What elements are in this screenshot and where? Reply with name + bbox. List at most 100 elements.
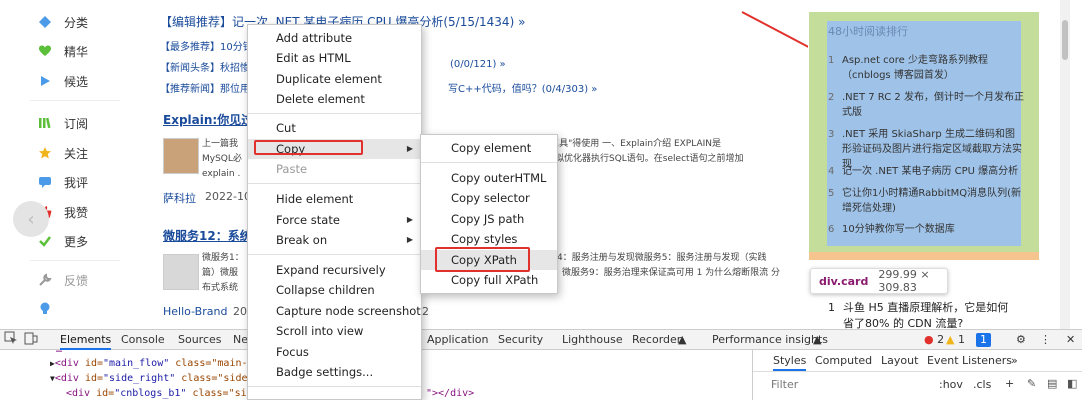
tab-console[interactable]: Console xyxy=(121,330,165,350)
more-options-icon[interactable]: ⋮ xyxy=(1040,330,1051,350)
more-tabs-icon[interactable]: » xyxy=(1011,354,1018,367)
device-toolbar-icon[interactable] xyxy=(24,331,38,351)
scrollbar[interactable] xyxy=(1060,0,1070,330)
scrollbar-thumb[interactable] xyxy=(1062,20,1068,60)
menu-item-paste: Paste xyxy=(276,162,308,176)
news-recommended[interactable]: 【推荐新闻】那位用 xyxy=(160,80,250,95)
menu-item-edit-as-html[interactable]: Edit as HTML xyxy=(248,48,421,68)
tab-layout[interactable]: Layout xyxy=(881,354,918,367)
list-item[interactable]: 1 斗鱼 H5 直播原理解析，它是如何省了80% 的 CDN 流量? xyxy=(828,300,1018,332)
tab-styles[interactable]: Styles xyxy=(773,354,807,371)
menu-item-delete-element[interactable]: Delete element xyxy=(248,89,421,109)
nav-item-follow[interactable]: 关注 xyxy=(38,143,88,163)
menu-item-copy-outerhtml[interactable]: Copy outerHTML xyxy=(421,168,557,188)
wrench-icon xyxy=(38,273,52,287)
menu-separator xyxy=(421,162,557,163)
menu-item-expand-recursively[interactable]: Expand recursively xyxy=(248,260,421,280)
context-menu: Add attribute Edit as HTML Duplicate ele… xyxy=(247,24,422,400)
article-title[interactable]: 微服务12：系统 xyxy=(163,227,252,244)
menu-item-copy-full-xpath[interactable]: Copy full XPath xyxy=(421,270,557,290)
menu-item-break-on[interactable]: Break on ▶ xyxy=(248,230,421,250)
tab-elements[interactable]: Elements xyxy=(60,330,112,350)
cls-button[interactable]: .cls xyxy=(973,378,991,391)
tab-sources[interactable]: Sources xyxy=(178,330,222,350)
news-headline-tail[interactable]: (0/0/121) » xyxy=(450,59,506,70)
menu-item-duplicate-element[interactable]: Duplicate element xyxy=(248,69,421,89)
menu-item-cut[interactable]: Cut xyxy=(248,118,421,138)
menu-item-scroll-into-view[interactable]: Scroll into view xyxy=(248,321,421,341)
article-title[interactable]: Explain:你见过 xyxy=(163,111,253,128)
avatar[interactable] xyxy=(163,254,199,290)
nav-item-subscribe[interactable]: 订阅 xyxy=(38,113,88,133)
back-button[interactable]: ‹ xyxy=(13,201,49,237)
paint-brush-icon[interactable]: ✎ xyxy=(1027,377,1036,390)
article-author[interactable]: Hello-Brand xyxy=(163,305,227,318)
nav-item-feedback[interactable]: 反馈 xyxy=(38,270,88,290)
message-count[interactable]: 1 xyxy=(976,333,991,347)
warning-count[interactable]: ▲ 1 xyxy=(946,330,965,350)
avatar[interactable] xyxy=(163,138,199,174)
dom-node[interactable]: ▶<div id="main_flow" class="main-f xyxy=(50,356,254,371)
tab-recorder[interactable]: Recorder xyxy=(632,330,681,350)
dom-node[interactable]: <div id="cnblogs_b1" class="side xyxy=(66,386,259,400)
menu-item-copy-js-path[interactable]: Copy JS path xyxy=(421,209,557,229)
article-date: 20 xyxy=(233,305,247,318)
hot-list-item[interactable]: 4 记一次 .NET 某电子病历 CPU 爆高分析 xyxy=(828,164,1024,179)
article-summary-tail: 务4：服务注册与发现微服务5：服务注册与发现（实践 微服务9：服务治理来保证高可… xyxy=(548,253,781,278)
sidebar-toggle-icon[interactable]: ◧ xyxy=(1067,377,1077,390)
tab-security[interactable]: Security xyxy=(498,330,543,350)
tab-computed[interactable]: Computed xyxy=(815,354,872,367)
menu-item-copy-styles[interactable]: Copy styles xyxy=(421,229,557,249)
menu-item-collapse-children[interactable]: Collapse children xyxy=(248,280,421,300)
nav-divider xyxy=(30,260,120,261)
dom-node[interactable]: ▼<div id="side_right" class="side-r xyxy=(50,371,260,386)
news-headline[interactable]: 【新闻头条】秋招惨 xyxy=(160,59,250,74)
tab-event-listeners[interactable]: Event Listeners xyxy=(927,354,1012,367)
close-icon[interactable]: ✕ xyxy=(1066,330,1075,350)
error-count[interactable]: ● 2 xyxy=(924,330,944,350)
hot-list-item[interactable]: 6 10分钟教你写一个数据库 xyxy=(828,222,1024,237)
tab-network[interactable]: Ne xyxy=(233,330,248,350)
menu-item-hide-element[interactable]: Hide element xyxy=(248,189,421,209)
nav-item-more[interactable]: 更多 xyxy=(38,231,88,251)
hot-list-item[interactable]: 5 它让你1小时精通RabbitMQ消息队列(新增死信处理) xyxy=(828,186,1024,216)
tab-application[interactable]: Application xyxy=(427,330,488,350)
hov-button[interactable]: :hov xyxy=(939,378,963,391)
inspect-element-icon[interactable] xyxy=(4,331,18,351)
article-author[interactable]: 萨科拉 xyxy=(163,190,196,206)
menu-item-focus[interactable]: Focus xyxy=(248,342,421,362)
menu-separator xyxy=(248,386,421,387)
menu-item-badge-settings[interactable]: Badge settings... xyxy=(248,362,421,382)
menu-item-force-state[interactable]: Force state ▶ xyxy=(248,210,421,230)
dom-node[interactable]: … xyxy=(56,342,62,357)
hot-list-item[interactable]: 1 Asp.net core 少走弯路系列教程（cnblogs 博客园首发） xyxy=(828,53,1024,83)
heart-icon xyxy=(38,44,52,58)
nav-item-candidate[interactable]: 候选 xyxy=(38,71,88,91)
styles-filter-input[interactable]: Filter xyxy=(771,378,798,391)
hot-list-item[interactable]: 2 .NET 7 RC 2 发布，倒计时一个月发布正式版 xyxy=(828,90,1024,120)
article-summary-tail: 相关"工具"得使用 一、Explain介绍 EXPLAIN是 者说模拟优化器执行… xyxy=(528,139,744,164)
settings-gear-icon[interactable]: ⚙ xyxy=(1016,330,1026,350)
books-icon xyxy=(38,116,52,130)
news-recommended-tail[interactable]: 写C++代码，值吗？(0/4/303) » xyxy=(448,80,597,95)
nav-item-my-comments[interactable]: 我评 xyxy=(38,172,88,192)
diamond-icon xyxy=(38,15,52,29)
menu-item-capture-node-screenshot[interactable]: Capture node screenshot xyxy=(248,301,421,321)
menu-item-copy-selector[interactable]: Copy selector xyxy=(421,188,557,208)
nav-item-tip[interactable] xyxy=(38,298,52,318)
highlight-box-copy xyxy=(254,140,363,155)
nav-label: 我赞 xyxy=(64,205,89,220)
warning-icon: ▲ xyxy=(946,333,955,346)
add-rule-button[interactable]: + xyxy=(1005,377,1014,390)
menu-item-add-attribute[interactable]: Add attribute xyxy=(248,28,421,48)
tab-performance-insights[interactable]: Performance insights xyxy=(712,330,828,350)
menu-separator xyxy=(248,254,421,255)
devtools-panel: Elements Console Sources Ne Application … xyxy=(0,329,1082,400)
computed-styles-icon[interactable]: ▤ xyxy=(1047,377,1057,390)
menu-item-copy-element[interactable]: Copy element xyxy=(421,138,557,158)
nav-item-featured[interactable]: 精华 xyxy=(38,41,88,61)
tab-lighthouse[interactable]: Lighthouse xyxy=(562,330,623,350)
dom-node-end[interactable]: "></div> xyxy=(426,386,474,400)
nav-item-category[interactable]: 分类 xyxy=(38,12,88,32)
news-most-recommended[interactable]: 【最多推荐】10分钟 xyxy=(160,38,253,53)
